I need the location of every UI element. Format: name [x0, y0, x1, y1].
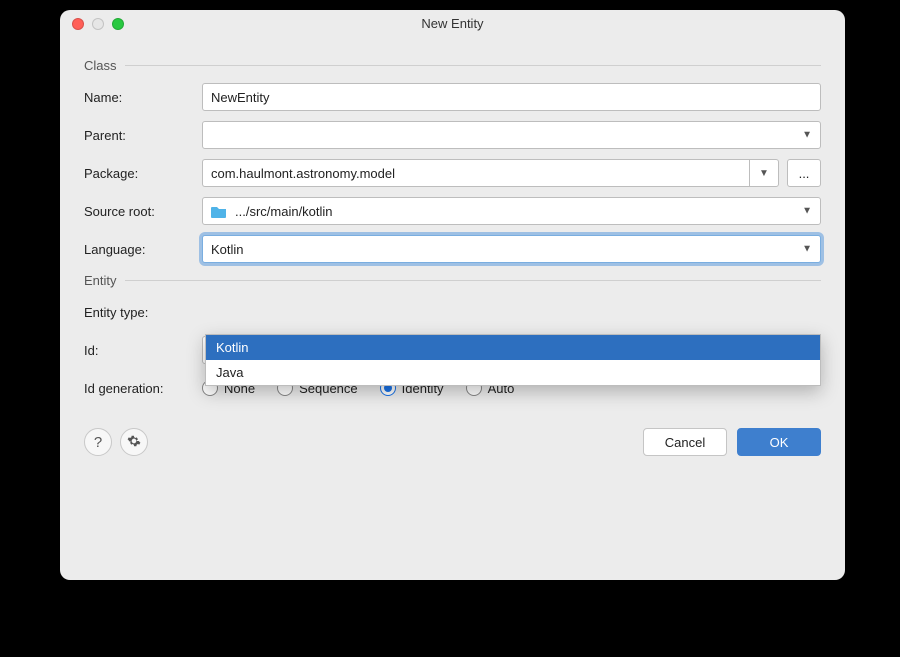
parent-select[interactable]: ▼	[202, 121, 821, 149]
package-browse-button[interactable]: ...	[787, 159, 821, 187]
dialog-footer: ? Cancel OK	[84, 428, 821, 456]
cancel-label: Cancel	[665, 435, 705, 450]
section-entity: Entity	[84, 273, 821, 288]
label-parent: Parent:	[84, 128, 202, 143]
row-source-root: Source root: .../src/main/kotlin ▼	[84, 197, 821, 225]
section-entity-label: Entity	[84, 273, 117, 288]
label-package: Package:	[84, 166, 202, 181]
language-option-java[interactable]: Java	[206, 360, 820, 385]
section-class: Class	[84, 58, 821, 73]
help-icon: ?	[94, 434, 102, 451]
section-rule	[125, 65, 821, 66]
language-dropdown-popup: Kotlin Java	[205, 334, 821, 386]
cancel-button[interactable]: Cancel	[643, 428, 727, 456]
help-button[interactable]: ?	[84, 428, 112, 456]
dialog-window: New Entity Class Name: NewEntity Parent:…	[60, 10, 845, 580]
window-title: New Entity	[421, 16, 483, 31]
minimize-window-button[interactable]	[92, 18, 104, 30]
name-field[interactable]: NewEntity	[202, 83, 821, 111]
row-name: Name: NewEntity	[84, 83, 821, 111]
row-language: Language: Kotlin ▼	[84, 235, 821, 263]
label-source-root: Source root:	[84, 204, 202, 219]
window-controls	[72, 18, 124, 30]
ok-button[interactable]: OK	[737, 428, 821, 456]
section-class-label: Class	[84, 58, 117, 73]
label-name: Name:	[84, 90, 202, 105]
label-id: Id:	[84, 343, 202, 358]
language-value: Kotlin	[211, 242, 244, 257]
chevron-down-icon: ▼	[802, 130, 812, 141]
zoom-window-button[interactable]	[112, 18, 124, 30]
settings-button[interactable]	[120, 428, 148, 456]
language-select[interactable]: Kotlin ▼	[202, 235, 821, 263]
package-dropdown-button[interactable]: ▼	[749, 159, 779, 187]
package-combo[interactable]: com.haulmont.astronomy.model ▼	[202, 159, 779, 187]
name-value: NewEntity	[211, 90, 270, 105]
source-root-select[interactable]: .../src/main/kotlin ▼	[202, 197, 821, 225]
folder-icon	[211, 205, 227, 218]
ok-label: OK	[770, 435, 789, 450]
chevron-down-icon: ▼	[802, 206, 812, 217]
package-value: com.haulmont.astronomy.model	[211, 166, 395, 181]
gear-icon	[127, 434, 141, 451]
row-parent: Parent: ▼	[84, 121, 821, 149]
row-package: Package: com.haulmont.astronomy.model ▼ …	[84, 159, 821, 187]
source-root-value: .../src/main/kotlin	[235, 204, 333, 219]
titlebar: New Entity	[60, 10, 845, 38]
language-option-kotlin[interactable]: Kotlin	[206, 335, 820, 360]
browse-label: ...	[799, 166, 810, 181]
dialog-body: Class Name: NewEntity Parent: ▼ Package:	[60, 38, 845, 580]
row-entity-type: Entity type:	[84, 298, 821, 326]
chevron-down-icon: ▼	[802, 244, 812, 255]
label-entity-type: Entity type:	[84, 305, 202, 320]
label-id-generation: Id generation:	[84, 381, 202, 396]
close-window-button[interactable]	[72, 18, 84, 30]
label-language: Language:	[84, 242, 202, 257]
section-rule	[125, 280, 821, 281]
